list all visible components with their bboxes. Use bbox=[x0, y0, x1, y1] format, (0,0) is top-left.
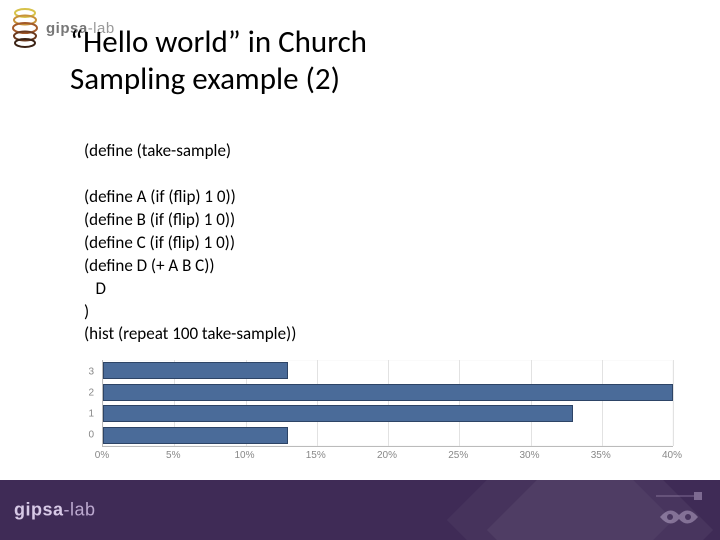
x-tick: 30% bbox=[519, 450, 539, 461]
eye-mask-icon bbox=[656, 507, 702, 529]
bar bbox=[103, 362, 288, 379]
gridline bbox=[388, 360, 389, 446]
gridline bbox=[317, 360, 318, 446]
footer-bar: gipsa-lab bbox=[0, 480, 720, 540]
bar bbox=[103, 384, 673, 401]
plot-area bbox=[102, 360, 673, 447]
x-tick: 25% bbox=[448, 450, 468, 461]
slide-root: gipsa-lab “Hello world” in Church Sampli… bbox=[0, 0, 720, 540]
gridline bbox=[459, 360, 460, 446]
brand-bottom-light: -lab bbox=[64, 500, 96, 520]
y-axis: 3 2 1 0 bbox=[78, 360, 98, 446]
y-tick-2: 2 bbox=[88, 388, 94, 399]
y-tick-1: 1 bbox=[88, 409, 94, 420]
x-tick: 10% bbox=[234, 450, 254, 461]
code-l5: (define D (+ A B C)) bbox=[84, 255, 215, 276]
bar bbox=[103, 405, 573, 422]
swirl-logo-icon bbox=[10, 5, 40, 51]
bar bbox=[103, 427, 288, 444]
code-l1: (define (take-sample) bbox=[84, 140, 231, 161]
y-tick-0: 0 bbox=[88, 430, 94, 441]
histogram-chart: 3 2 1 0 0% 5% 10% 15% 20% 25% 30% 35% 40% bbox=[80, 358, 680, 468]
code-l3: (define B (if (flip) 1 0)) bbox=[84, 209, 235, 230]
gridline bbox=[602, 360, 603, 446]
x-axis: 0%5%10%15%20%25%30%35%40% bbox=[102, 446, 672, 466]
x-tick: 40% bbox=[662, 450, 682, 461]
title-line-1: “Hello world” in Church bbox=[70, 24, 367, 61]
code-l7: ) bbox=[84, 301, 89, 322]
x-tick: 15% bbox=[306, 450, 326, 461]
x-tick: 5% bbox=[166, 450, 180, 461]
x-tick: 20% bbox=[377, 450, 397, 461]
gridline bbox=[531, 360, 532, 446]
divider-icon bbox=[656, 491, 702, 501]
gridline bbox=[673, 360, 674, 446]
slide-title: “Hello world” in Church Sampling example… bbox=[70, 24, 367, 97]
code-block: (define (take-sample) (define A (if (fli… bbox=[84, 117, 296, 346]
brand-bottom-bold: gipsa bbox=[14, 500, 64, 520]
code-l6: D bbox=[84, 278, 106, 299]
brand-bottom-text: gipsa-lab bbox=[14, 500, 96, 521]
x-tick: 0% bbox=[95, 450, 109, 461]
code-l2: (define A (if (flip) 1 0)) bbox=[84, 186, 236, 207]
footer-corner-icons bbox=[656, 491, 702, 529]
x-tick: 35% bbox=[591, 450, 611, 461]
title-line-2: Sampling example (2) bbox=[70, 61, 367, 98]
y-tick-3: 3 bbox=[88, 367, 94, 378]
code-l4: (define C (if (flip) 1 0)) bbox=[84, 232, 235, 253]
code-l8: (hist (repeat 100 take-sample)) bbox=[84, 323, 296, 344]
